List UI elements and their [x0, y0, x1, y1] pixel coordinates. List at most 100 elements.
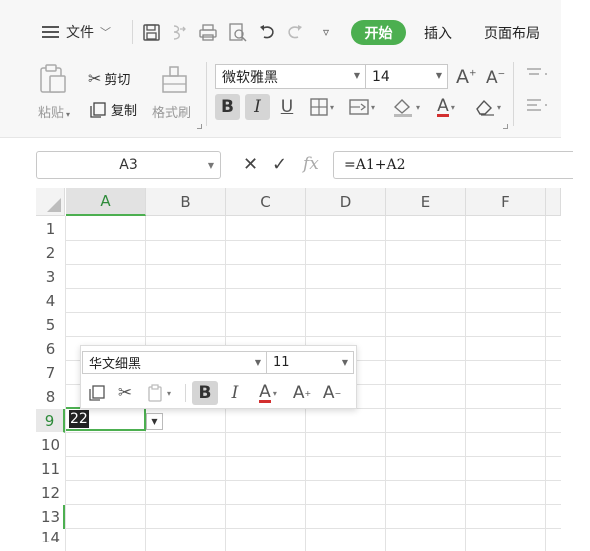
mini-toolbar: 华文细黑 ▼ 11 ▼ ✂ ▾ B I A ▾ A + A − [80, 345, 357, 409]
font-color-icon[interactable]: A ▾ [430, 94, 462, 120]
mini-font-select[interactable]: 华文细黑 ▼ [82, 351, 267, 374]
cancel-icon[interactable]: ✕ [243, 154, 258, 175]
bold-icon[interactable]: B [215, 94, 240, 120]
copy-icon [90, 101, 106, 118]
redo-icon[interactable] [284, 21, 306, 43]
grid-line [66, 288, 561, 289]
cut-button[interactable]: ✂ 剪切 [88, 69, 130, 88]
row-header-11[interactable]: 11 [36, 457, 65, 481]
tab-page-layout[interactable]: 页面布局 [484, 23, 540, 43]
formula-input[interactable]: =A1+A2 [333, 151, 573, 179]
column-header-g[interactable] [546, 188, 561, 216]
mini-font-value: 华文细黑 [89, 357, 142, 372]
clear-format-icon[interactable]: ▾ [470, 94, 506, 120]
worksheet-grid[interactable]: A B C D E F 1 2 3 4 5 6 7 8 9 10 11 12 1… [0, 188, 590, 551]
cell-dropdown-arrow-icon[interactable]: ▼ [146, 413, 163, 430]
cut-label: 剪切 [104, 73, 131, 88]
grid-line [66, 456, 561, 457]
format-painter-icon[interactable] [160, 66, 190, 98]
cell-editor[interactable]: 22 [69, 410, 89, 428]
borders-icon[interactable]: ▾ [304, 94, 340, 120]
row-header-1[interactable]: 1 [36, 217, 65, 241]
copy-label: 复制 [111, 104, 138, 119]
mini-cut-icon[interactable]: ✂ [114, 381, 136, 405]
save-icon[interactable] [140, 21, 162, 43]
column-header-d[interactable]: D [306, 188, 386, 216]
mini-copy-icon[interactable] [86, 381, 108, 405]
row-header-13[interactable]: 13 [36, 505, 65, 529]
row-header-3[interactable]: 3 [36, 265, 65, 289]
paste-label: 粘贴 [38, 106, 65, 121]
italic-icon[interactable]: I [245, 94, 270, 120]
row-header-7[interactable]: 7 [36, 361, 65, 385]
mini-italic-icon[interactable]: I [224, 381, 246, 405]
hamburger-menu-icon [42, 26, 59, 38]
row-header-10[interactable]: 10 [36, 433, 65, 457]
chevron-down-icon: ﹀ [100, 26, 111, 39]
export-icon[interactable] [168, 21, 190, 43]
print-icon[interactable] [197, 21, 219, 43]
paste-button[interactable]: 粘贴 ▾ [38, 102, 70, 121]
merge-cells-icon[interactable]: ▾ [344, 94, 380, 120]
row-header-2[interactable]: 2 [36, 241, 65, 265]
customize-icon[interactable]: ▿ [315, 21, 337, 43]
row-header-8[interactable]: 8 [36, 385, 65, 409]
divider [185, 384, 186, 402]
font-name-value: 微软雅黑 [222, 69, 278, 86]
divider [206, 62, 207, 126]
spreadsheet-app: 文件 ﹀ ▿ 开始 插入 页面布局 粘贴 ▾ ✂ 剪切 复制 格式刷 微软雅黑 … [0, 0, 590, 551]
column-header-e[interactable]: E [386, 188, 466, 216]
dropdown-arrow-icon: ▼ [435, 71, 442, 80]
grid-line [66, 264, 561, 265]
file-menu-button[interactable]: 文件 ﹀ [42, 21, 111, 43]
row-header-6[interactable]: 6 [36, 337, 65, 361]
scissors-icon: ✂ [88, 69, 102, 88]
row-header-4[interactable]: 4 [36, 289, 65, 313]
copy-button[interactable]: 复制 [90, 100, 137, 119]
underline-icon[interactable]: U [276, 94, 298, 120]
format-painter-label[interactable]: 格式刷 [152, 102, 191, 121]
tab-home[interactable]: 开始 [351, 20, 406, 45]
grid-line [66, 336, 561, 337]
font-size-select[interactable]: 14 ▼ [365, 64, 448, 89]
select-all-corner[interactable] [36, 188, 65, 216]
mini-bold-icon[interactable]: B [192, 381, 218, 405]
column-header-b[interactable]: B [146, 188, 226, 216]
align-left-icon[interactable] [525, 98, 547, 118]
mini-size-select[interactable]: 11 ▼ [266, 351, 354, 374]
mini-paste-icon[interactable]: ▾ [141, 381, 177, 405]
dropdown-arrow-icon: ▼ [207, 161, 214, 170]
align-top-icon[interactable] [525, 66, 547, 85]
dropdown-arrow-icon: ▼ [254, 358, 261, 367]
mini-font-color-icon[interactable]: A ▾ [252, 381, 284, 405]
confirm-icon[interactable]: ✓ [272, 154, 287, 175]
row-header-9[interactable]: 9 [36, 409, 65, 433]
insert-function-icon[interactable]: fx [303, 154, 319, 174]
group-launcher-icon[interactable] [197, 124, 202, 129]
row-header-14[interactable]: 14 [36, 529, 65, 543]
column-header-c[interactable]: C [226, 188, 306, 216]
column-header-f[interactable]: F [466, 188, 546, 216]
grid-line [66, 528, 561, 529]
mini-increase-font-icon[interactable]: A + [290, 381, 314, 405]
grid-line [66, 240, 561, 241]
dropdown-arrow-icon: ▾ [66, 110, 71, 119]
row-header-5[interactable]: 5 [36, 313, 65, 337]
name-box[interactable]: A3 ▼ [36, 151, 221, 179]
mini-size-value: 11 [273, 355, 290, 370]
increase-font-size-icon[interactable]: A+ [456, 66, 477, 88]
undo-icon[interactable] [256, 21, 278, 43]
fill-color-icon[interactable]: ▾ [388, 94, 424, 120]
print-preview-icon[interactable] [226, 21, 248, 43]
mini-decrease-font-icon[interactable]: A − [320, 381, 344, 405]
row-header-12[interactable]: 12 [36, 481, 65, 505]
top-bar: 文件 ﹀ ▿ 开始 插入 页面布局 [0, 12, 561, 52]
decrease-font-size-icon[interactable]: A− [486, 68, 505, 88]
font-name-select[interactable]: 微软雅黑 ▼ [215, 64, 366, 89]
paste-icon[interactable] [38, 64, 68, 98]
column-header-a[interactable]: A [66, 188, 146, 216]
grid-line [66, 480, 561, 481]
file-menu-label: 文件 [66, 25, 94, 41]
tab-insert[interactable]: 插入 [424, 23, 452, 43]
group-launcher-icon[interactable] [503, 124, 508, 129]
